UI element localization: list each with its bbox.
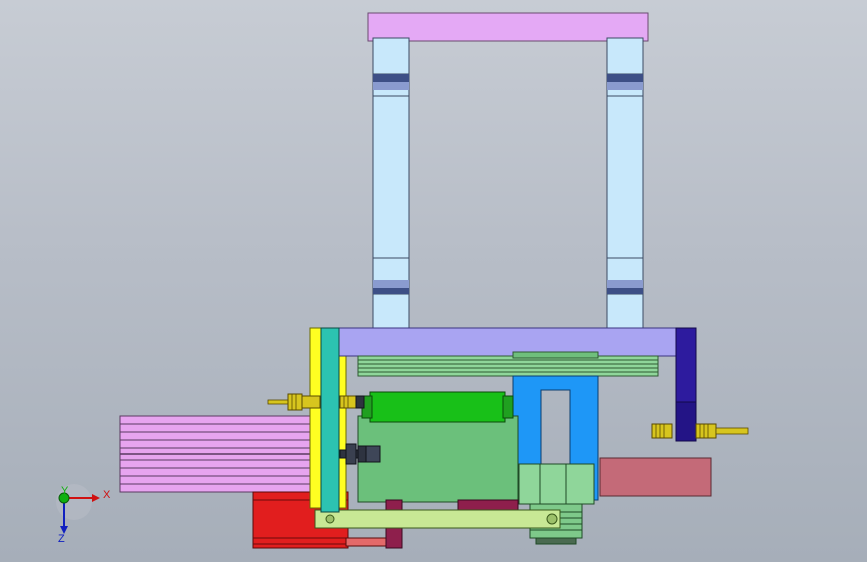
bright-green-gripper[interactable] <box>361 391 514 423</box>
navy-bracket[interactable] <box>675 327 697 442</box>
right-column[interactable] <box>606 37 644 333</box>
cad-viewport[interactable]: X Y Z <box>0 0 867 562</box>
right-proximity-sensor[interactable] <box>651 423 749 439</box>
top-frame-bar[interactable] <box>367 12 649 42</box>
motor-gear-unit[interactable] <box>518 463 595 545</box>
left-proximity-sensor[interactable] <box>267 393 365 411</box>
pink-block[interactable] <box>599 457 712 497</box>
light-green-arm[interactable] <box>314 509 561 529</box>
left-column[interactable] <box>372 37 410 333</box>
linear-rail[interactable] <box>357 351 659 377</box>
pneumatic-cylinder[interactable] <box>119 415 326 493</box>
maroon-clamp[interactable] <box>457 499 519 511</box>
horizontal-plate[interactable] <box>336 327 678 357</box>
x-axis-label: X <box>103 489 111 501</box>
coordinate-triad: X Y Z <box>56 484 111 545</box>
hex-bolt[interactable] <box>339 443 381 465</box>
teal-vertical-plate[interactable] <box>320 327 340 513</box>
z-axis-label: Z <box>58 533 65 545</box>
y-axis-label: Y <box>61 485 69 497</box>
green-main-block[interactable] <box>357 415 519 503</box>
